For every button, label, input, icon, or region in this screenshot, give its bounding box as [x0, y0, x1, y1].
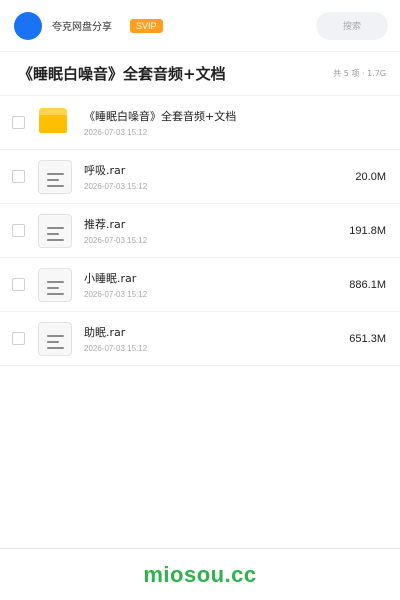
- file-list: 《睡眠白噪音》全套音频+文档 2026-07-03 15:12 呼吸.rar 2…: [0, 96, 400, 366]
- folder-icon: [38, 106, 72, 140]
- avatar[interactable]: [14, 11, 42, 40]
- archive-file-icon: [38, 321, 72, 356]
- file-size: 886.1M: [349, 278, 386, 291]
- file-date: 2026-07-03 15:12: [84, 236, 148, 245]
- page-title: 《睡眠白噪音》全套音频+文档: [18, 65, 226, 83]
- share-owner-name: 夸克网盘分享: [52, 22, 112, 33]
- file-name: 《睡眠白噪音》全套音频+文档: [84, 110, 237, 123]
- select-checkbox[interactable]: [12, 116, 25, 129]
- top-bar: 夸克网盘分享 SVIP 搜索: [0, 0, 400, 52]
- search-input[interactable]: 搜索: [316, 11, 388, 40]
- file-size: 191.8M: [349, 224, 386, 237]
- select-checkbox[interactable]: [12, 332, 25, 345]
- file-size: 651.3M: [349, 332, 386, 345]
- archive-file-icon: [38, 267, 72, 302]
- folder-title-bar: 《睡眠白噪音》全套音频+文档 共 5 项 · 1.7G: [0, 52, 400, 96]
- file-date: 2026-07-03 15:12: [84, 182, 148, 191]
- svip-badge: SVIP: [130, 18, 163, 33]
- file-name: 小睡眠.rar: [84, 272, 137, 285]
- file-size: 20.0M: [355, 170, 386, 183]
- file-name: 助眠.rar: [84, 326, 126, 339]
- file-date: 2026-07-03 15:12: [84, 290, 148, 299]
- file-date: 2026-07-03 15:12: [84, 128, 148, 137]
- select-checkbox[interactable]: [12, 170, 25, 183]
- footer-bar: miosou.cc: [0, 548, 400, 600]
- file-name: 推荐.rar: [84, 218, 126, 231]
- file-name: 呼吸.rar: [84, 164, 126, 177]
- select-checkbox[interactable]: [12, 224, 25, 237]
- select-checkbox[interactable]: [12, 278, 25, 291]
- file-date: 2026-07-03 15:12: [84, 344, 148, 353]
- file-row[interactable]: 呼吸.rar 2026-07-03 15:12 20.0M: [0, 150, 400, 204]
- archive-file-icon: [38, 159, 72, 194]
- file-row[interactable]: 助眠.rar 2026-07-03 15:12 651.3M: [0, 312, 400, 366]
- file-row[interactable]: 小睡眠.rar 2026-07-03 15:12 886.1M: [0, 258, 400, 312]
- site-watermark: miosou.cc: [143, 561, 257, 587]
- file-row[interactable]: 推荐.rar 2026-07-03 15:12 191.8M: [0, 204, 400, 258]
- folder-summary: 共 5 项 · 1.7G: [333, 69, 386, 78]
- search-placeholder: 搜索: [342, 22, 361, 32]
- archive-file-icon: [38, 213, 72, 248]
- file-row-folder[interactable]: 《睡眠白噪音》全套音频+文档 2026-07-03 15:12: [0, 96, 400, 150]
